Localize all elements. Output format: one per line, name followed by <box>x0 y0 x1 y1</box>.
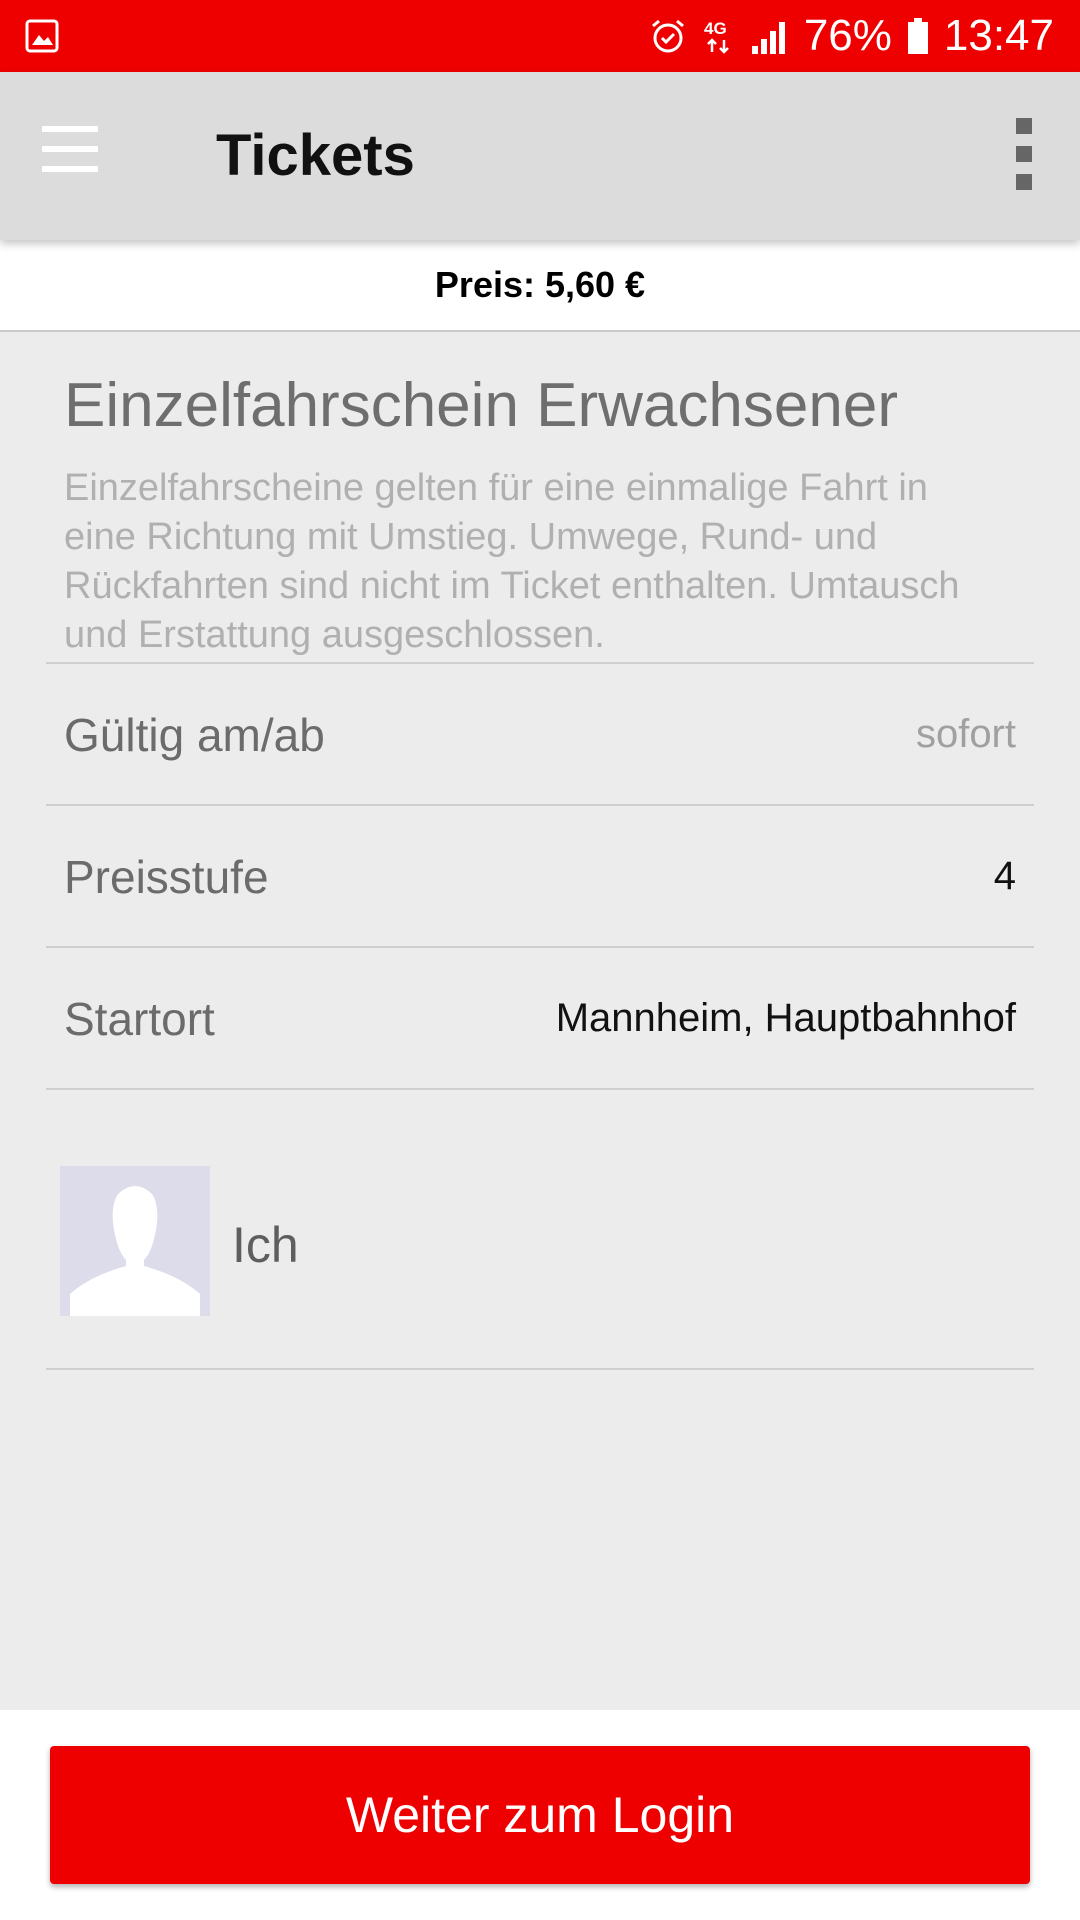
valid-from-value: sofort <box>915 712 1016 756</box>
network-4g-icon: 4G <box>704 19 729 54</box>
start-location-label: Startort <box>64 993 215 1045</box>
status-bar: 4G 76% 13:47 <box>0 0 1080 72</box>
continue-to-login-button[interactable]: Weiter zum Login <box>50 1746 1030 1884</box>
status-bar-right: 4G 76% 13:47 <box>648 0 1054 72</box>
person-avatar-icon <box>60 1166 210 1316</box>
ticket-description: Einzelfahrscheine gelten für eine einmal… <box>64 467 960 656</box>
network-label: 4G <box>704 19 727 38</box>
battery-percent: 76% <box>803 11 892 60</box>
ticket-title: Einzelfahrschein Erwachsener <box>64 371 898 440</box>
start-location-row[interactable]: Startort Mannheim, Hauptbahnhof <box>46 946 1034 1090</box>
valid-from-row[interactable]: Gültig am/ab sofort <box>46 662 1034 806</box>
price-bar: Preis: 5,60 € <box>0 240 1080 332</box>
passenger-item[interactable]: Ich <box>46 1088 1034 1370</box>
clock: 13:47 <box>943 11 1054 60</box>
page-title: Tickets <box>216 123 415 188</box>
image-icon <box>25 19 59 53</box>
overflow-menu-icon[interactable] <box>1004 118 1044 198</box>
start-location-value: Mannheim, Hauptbahnhof <box>555 996 1016 1040</box>
footer: Weiter zum Login <box>0 1710 1080 1920</box>
battery-icon <box>907 18 928 54</box>
alarm-icon <box>651 19 684 53</box>
app-bar: Tickets <box>0 72 1080 240</box>
passenger-name: Ich <box>232 1217 299 1273</box>
price-level-row[interactable]: Preisstufe 4 <box>46 804 1034 948</box>
valid-from-label: Gültig am/ab <box>64 709 325 761</box>
signal-icon <box>751 22 785 54</box>
price-level-label: Preisstufe <box>64 851 269 903</box>
price-level-value: 4 <box>993 854 1016 898</box>
hamburger-menu-icon[interactable] <box>34 126 104 186</box>
